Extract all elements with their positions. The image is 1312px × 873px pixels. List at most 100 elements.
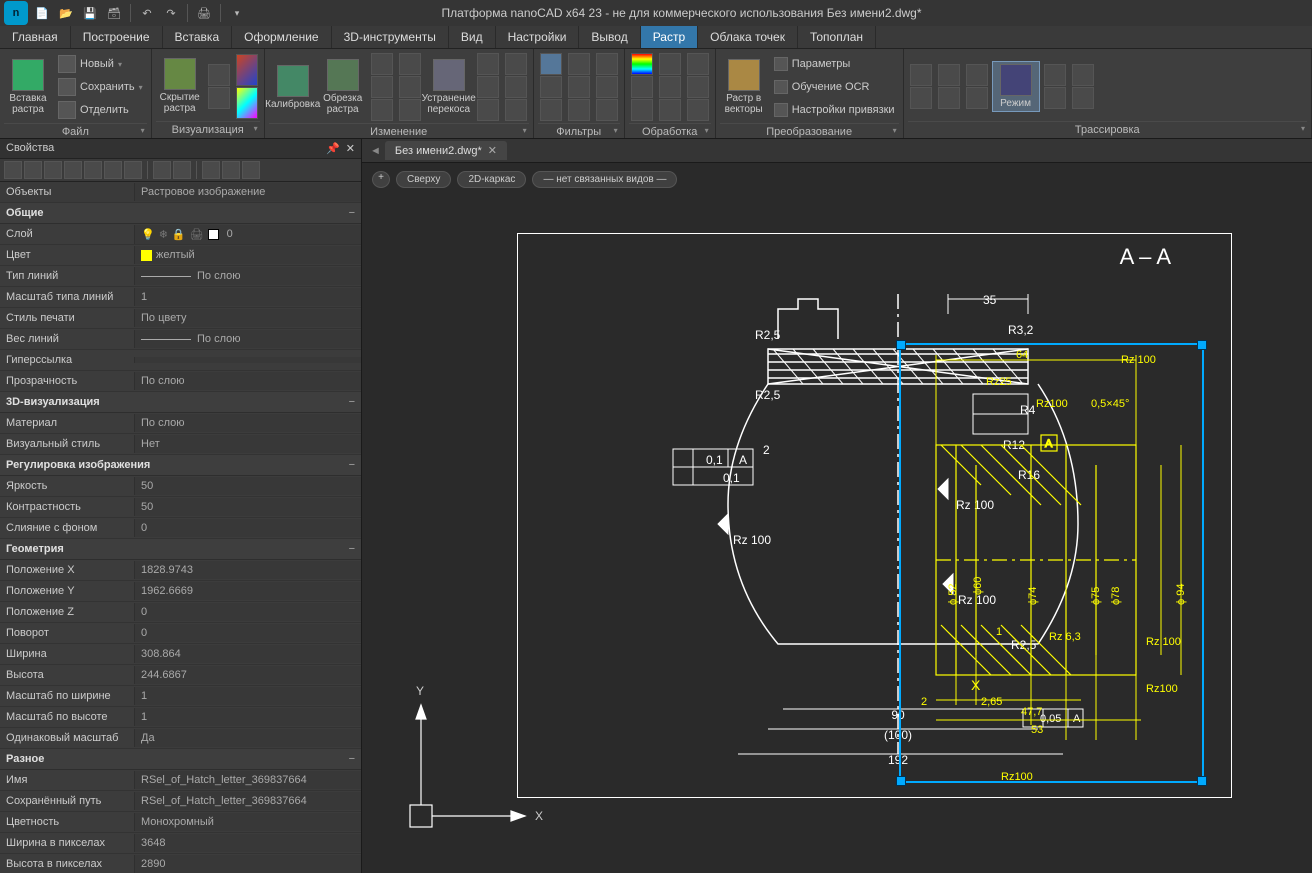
uniform-value[interactable]: Да [134,729,361,747]
trace-8[interactable] [1044,87,1066,109]
trace-1[interactable] [910,64,932,86]
pt-3[interactable] [44,161,62,179]
tab-annotate[interactable]: Оформление [232,26,331,48]
objects-value[interactable]: Растровое изображение [134,183,361,201]
trace-4[interactable] [938,87,960,109]
posz-value[interactable]: 0 [134,603,361,621]
tab-settings[interactable]: Настройки [496,26,580,48]
tab-raster[interactable]: Растр [641,26,698,48]
pt-10[interactable] [202,161,220,179]
filter-8[interactable] [596,76,618,98]
trace-3[interactable] [938,64,960,86]
insert-raster-button[interactable]: Вставка растра [4,57,52,117]
proc-6[interactable] [659,99,681,121]
lineweight-value[interactable]: По слою [134,330,361,348]
tab-output[interactable]: Вывод [579,26,640,48]
ch-1-button[interactable] [477,53,499,75]
color-mode-button[interactable] [236,54,258,86]
filter-3[interactable] [540,99,562,121]
rotate-button[interactable] [399,53,421,75]
pt-6[interactable] [104,161,122,179]
plotstyle-value[interactable]: По цвету [134,309,361,327]
contrast-value[interactable]: 50 [134,498,361,516]
section-misc[interactable]: Разное− [0,749,361,770]
height-value[interactable]: 244.6867 [134,666,361,684]
tab-home[interactable]: Главная [0,26,71,48]
rotation-value[interactable]: 0 [134,624,361,642]
name-value[interactable]: RSel_of_Hatch_letter_369837664 [134,771,361,789]
crop-poly-button[interactable] [371,76,393,98]
filter-6[interactable] [568,99,590,121]
qat-saveall-icon[interactable]: 🗃 [104,3,124,23]
trace-10[interactable] [1072,87,1094,109]
qat-open-icon[interactable]: 📂 [56,3,76,23]
savedpath-value[interactable]: RSel_of_Hatch_letter_369837664 [134,792,361,810]
convert-params-button[interactable]: Параметры [772,53,897,75]
app-icon[interactable]: n [4,1,28,25]
resize-button[interactable] [399,99,421,121]
crop-rect-button[interactable] [371,53,393,75]
hyperlink-value[interactable] [134,357,361,363]
filter-1[interactable] [540,53,562,75]
view-add-button[interactable]: + [372,171,390,188]
tab-3d[interactable]: 3D-инструменты [332,26,449,48]
layer-value[interactable]: 💡❄🔒🖨0 [134,225,361,244]
hide-raster-button[interactable]: Скрытие растра [156,56,204,116]
filter-2[interactable] [540,76,562,98]
new-button[interactable]: Новый ▾ [56,53,145,75]
qat-redo-icon[interactable]: ↷ [161,3,181,23]
deskew-button[interactable]: Устранение перекоса [425,57,473,117]
qat-print-icon[interactable]: 🖨 [194,3,214,23]
doc-tab-prev-icon[interactable]: ◄ [370,145,381,157]
filter-7[interactable] [596,53,618,75]
linetype-value[interactable]: По слою [134,267,361,285]
ltscale-value[interactable]: 1 [134,288,361,306]
trace-mode-button[interactable]: Режим [992,61,1040,112]
trace-7[interactable] [1044,64,1066,86]
pxwidth-value[interactable]: 3648 [134,834,361,852]
drawing-viewport[interactable]: 35 90 (100) 192 2 R2,5 R3,2 R2,5 R12 R4 … [362,163,1312,873]
proc-1[interactable] [631,53,653,75]
pxheight-value[interactable]: 2890 [134,855,361,873]
proc-5[interactable] [659,76,681,98]
view-wire-button[interactable]: 2D-каркас [457,171,526,188]
tab-topo[interactable]: Топоплан [798,26,876,48]
section-3d[interactable]: 3D-визуализация− [0,392,361,413]
colordepth-value[interactable]: Монохромный [134,813,361,831]
pt-7[interactable] [124,161,142,179]
posx-value[interactable]: 1828.9743 [134,561,361,579]
transparency-value[interactable]: По слою [134,372,361,390]
qat-save-icon[interactable]: 💾 [80,3,100,23]
filter-5[interactable] [568,76,590,98]
proc-8[interactable] [687,76,709,98]
pt-5[interactable] [84,161,102,179]
qat-more-icon[interactable]: ▾ [227,3,247,23]
toggle-frame-button[interactable] [208,64,230,86]
proc-2[interactable] [631,76,653,98]
tab-insert[interactable]: Вставка [163,26,233,48]
section-geom[interactable]: Геометрия− [0,539,361,560]
qat-new-icon[interactable]: 📄 [32,3,52,23]
pt-12[interactable] [242,161,260,179]
scaleh-value[interactable]: 1 [134,708,361,726]
selection-box[interactable]: 64 Rz25 Rz100 0,5×45° Rz 100 ϕ 52 ϕ60 ϕ7… [899,343,1204,783]
crop-auto-button[interactable] [371,99,393,121]
tab-pointcloud[interactable]: Облака точек [698,26,798,48]
material-value[interactable]: По слою [134,414,361,432]
section-general[interactable]: Общие− [0,203,361,224]
mirror-button[interactable] [399,76,421,98]
trace-5[interactable] [966,64,988,86]
trace-9[interactable] [1072,64,1094,86]
trace-6[interactable] [966,87,988,109]
tab-build[interactable]: Построение [71,26,163,48]
doc-tab[interactable]: Без имени2.dwg*✕ [385,141,507,160]
pt-11[interactable] [222,161,240,179]
brightness-value[interactable]: 50 [134,477,361,495]
ch-4-button[interactable] [505,53,527,75]
trace-2[interactable] [910,87,932,109]
snap-settings-button[interactable]: Настройки привязки [772,99,897,121]
pt-9[interactable] [173,161,191,179]
qat-undo-icon[interactable]: ↶ [137,3,157,23]
panel-close-icon[interactable]: ✕ [346,142,355,155]
detach-button[interactable]: Отделить [56,99,145,121]
